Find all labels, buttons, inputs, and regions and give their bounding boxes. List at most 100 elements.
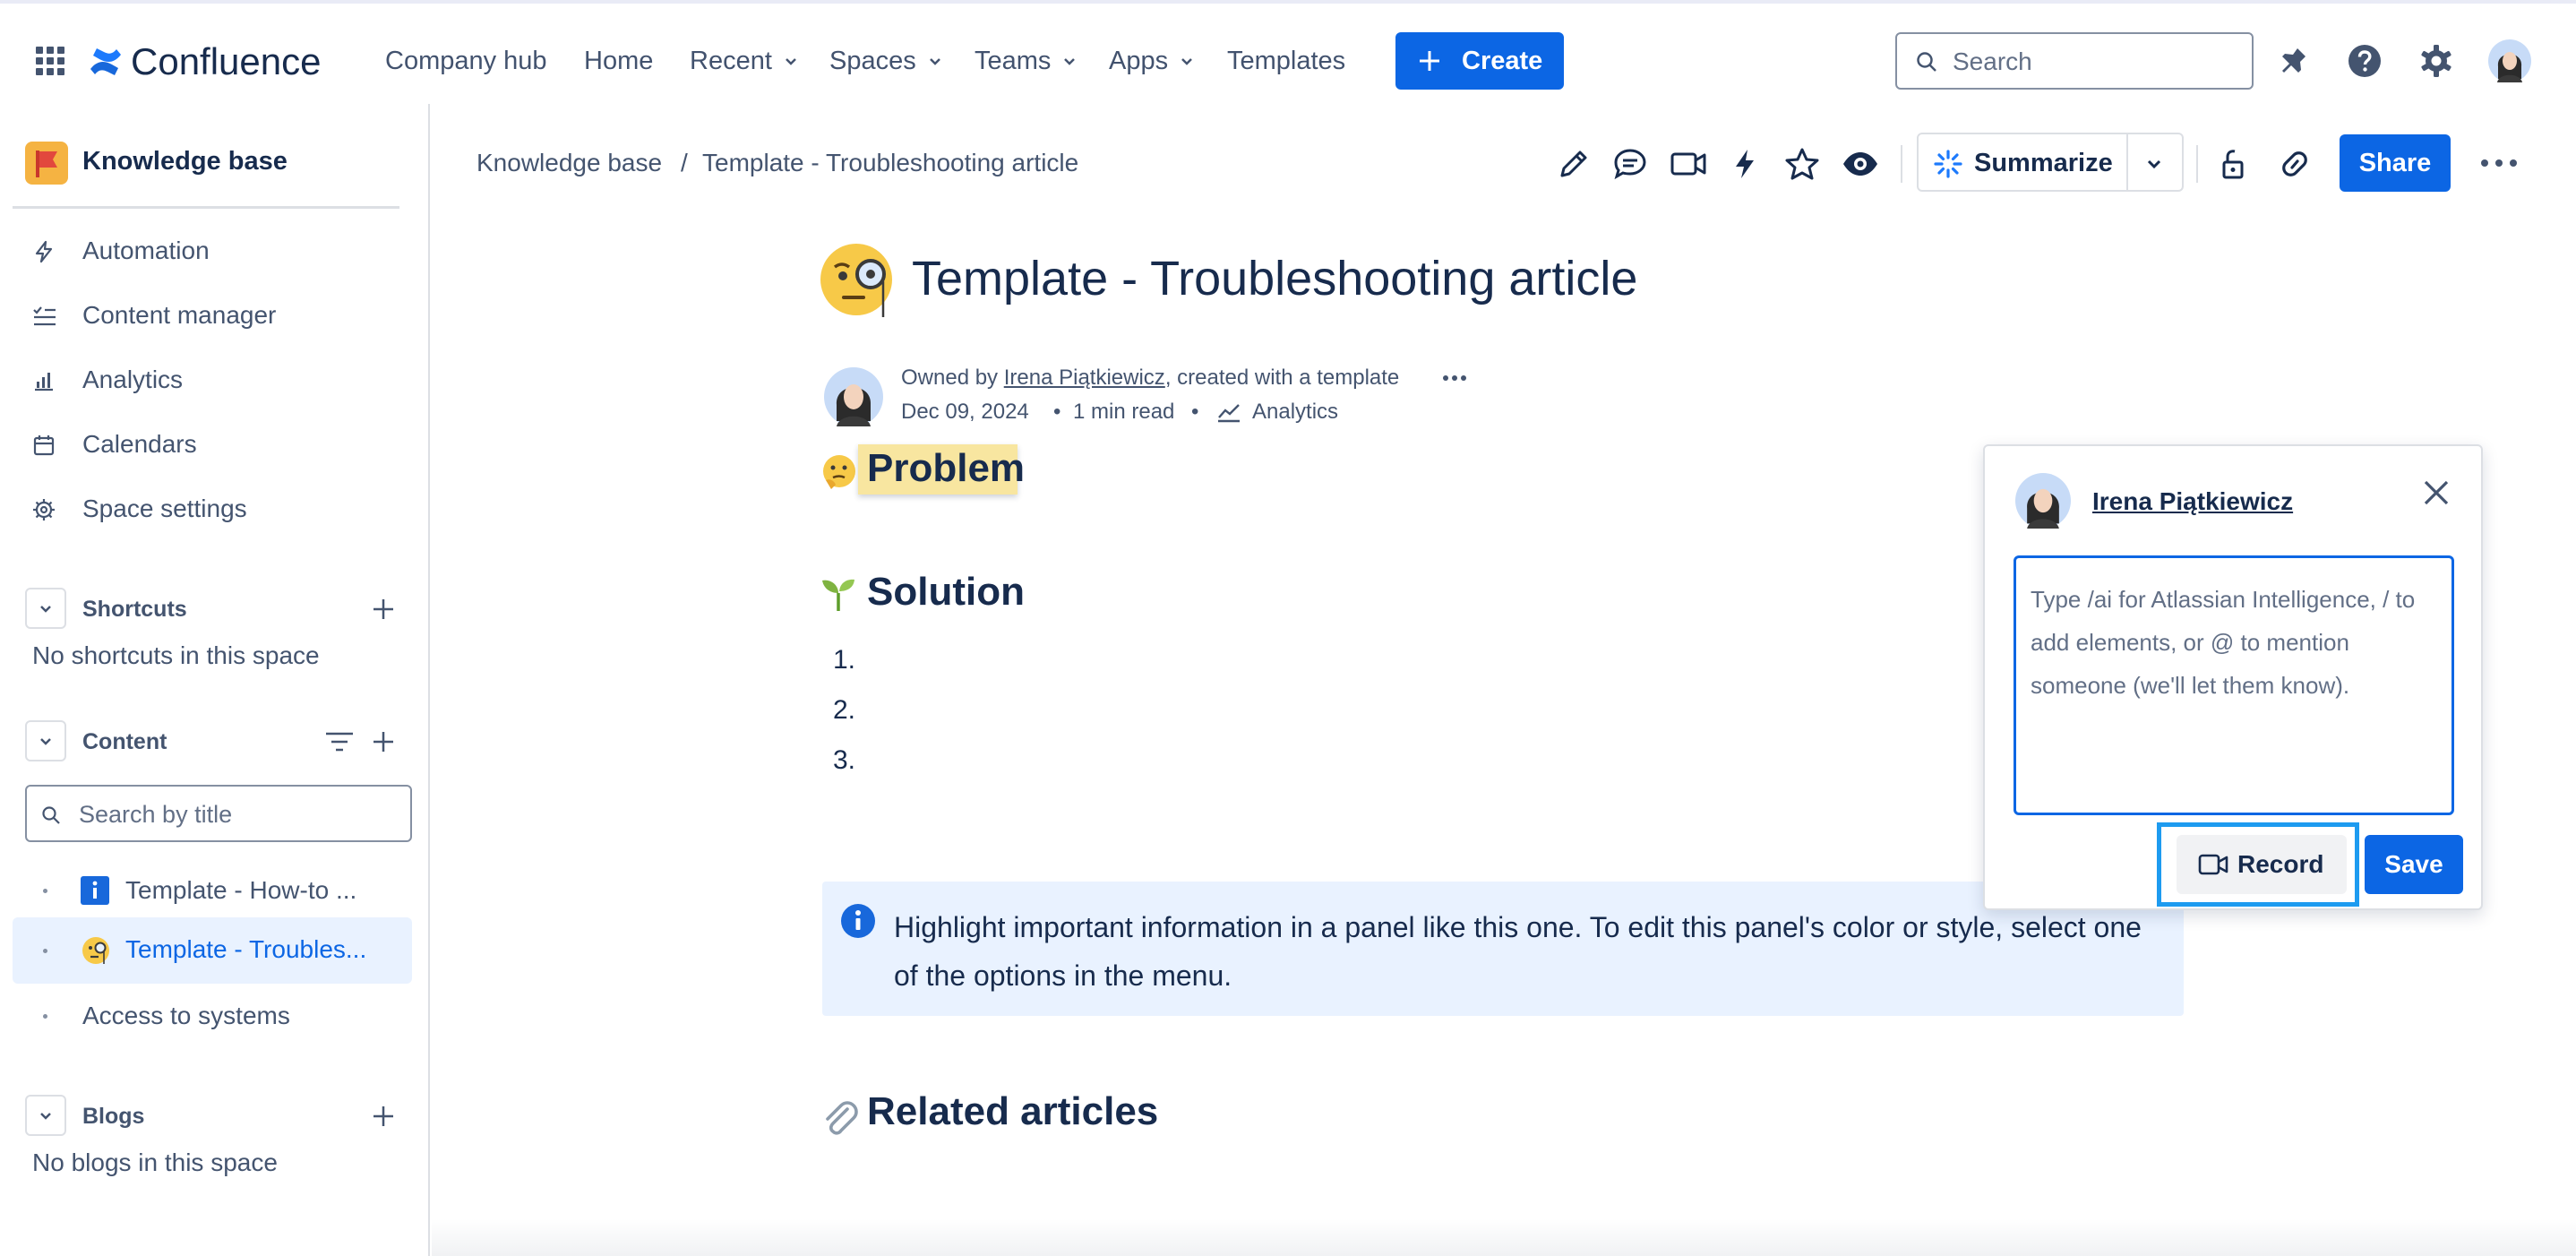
search-icon	[1917, 52, 1936, 72]
nav-company-hub[interactable]: Company hub	[385, 45, 547, 77]
add-blog-icon[interactable]	[371, 1104, 396, 1129]
search-input[interactable]: Search	[1895, 32, 2254, 90]
notifications-icon[interactable]	[2275, 43, 2311, 79]
content-toggle[interactable]	[25, 720, 66, 761]
create-button-label: Create	[1462, 47, 1543, 75]
summarize-button[interactable]: Summarize	[1917, 133, 2128, 192]
search-placeholder: Search	[1953, 47, 2032, 75]
automation-lightning-icon[interactable]	[1730, 147, 1759, 181]
trend-chart-icon	[1218, 404, 1240, 423]
chevron-down-icon	[786, 58, 796, 66]
owned-by-suffix: , created with a template	[1164, 366, 1400, 390]
edit-pencil-icon[interactable]	[1557, 147, 1591, 181]
owner-avatar[interactable]	[824, 367, 883, 426]
nav-spaces-label: Spaces	[829, 47, 916, 75]
sidebar-item-space-settings[interactable]: Space settings	[32, 495, 391, 525]
more-actions-icon[interactable]	[2479, 156, 2519, 170]
nav-spaces[interactable]: Spaces	[829, 45, 943, 77]
checklist-icon	[33, 306, 56, 326]
page-tree-item-troubleshooting[interactable]: Template - Troubles...	[13, 917, 412, 984]
sidebar-item-label: Automation	[82, 237, 210, 264]
shortcuts-empty: No shortcuts in this space	[32, 641, 320, 669]
confluence-logo[interactable]: Confluence	[88, 39, 339, 84]
share-label: Share	[2358, 149, 2432, 177]
list-item-number: 3.	[833, 745, 856, 775]
share-button[interactable]: Share	[2340, 134, 2451, 192]
info-icon	[841, 904, 875, 938]
comment-editor-input[interactable]: Type /ai for Atlassian Intelligence, / t…	[2014, 555, 2454, 815]
sidebar-item-calendars[interactable]: Calendars	[32, 430, 391, 460]
bar-chart-icon	[35, 373, 53, 391]
app-name: Confluence	[131, 40, 322, 82]
top-navigation: Confluence Company hub Home Recent Space…	[0, 0, 2576, 104]
shortcuts-section: Shortcuts	[25, 588, 401, 629]
bullet	[43, 949, 47, 953]
app-switcher-icon[interactable]	[34, 45, 66, 77]
sidebar-item-content-manager[interactable]: Content manager	[32, 301, 391, 331]
chevron-down-icon	[40, 1113, 51, 1120]
nav-apps[interactable]: Apps	[1109, 45, 1195, 77]
save-button[interactable]: Save	[2365, 835, 2463, 894]
summarize-dropdown[interactable]	[2126, 133, 2184, 192]
blogs-title: Blogs	[82, 1104, 145, 1129]
nav-teams[interactable]: Teams	[975, 45, 1078, 77]
nav-recent[interactable]: Recent	[690, 45, 799, 77]
sidebar-item-analytics[interactable]: Analytics	[32, 366, 391, 396]
thinking-face-icon	[823, 455, 855, 489]
plus-icon	[1420, 51, 1439, 71]
star-icon[interactable]	[1784, 147, 1820, 181]
profile-avatar[interactable]	[2488, 39, 2531, 82]
record-button[interactable]: Record	[2177, 835, 2347, 894]
breadcrumb-page[interactable]: Template - Troubleshooting article	[702, 149, 1078, 177]
create-button[interactable]: Create	[1395, 32, 1564, 90]
content-section: Content	[25, 720, 401, 761]
more-meta-icon[interactable]	[1442, 373, 1467, 383]
breadcrumb-space[interactable]: Knowledge base	[477, 149, 662, 177]
page-tree-label: Access to systems	[82, 1002, 290, 1029]
toolbar-separator	[1901, 145, 1902, 183]
filter-icon[interactable]	[324, 729, 355, 754]
breadcrumb-separator: /	[681, 149, 688, 176]
blogs-toggle[interactable]	[25, 1095, 66, 1136]
info-panel[interactable]: Highlight important information in a pan…	[822, 882, 2184, 1016]
nav-home[interactable]: Home	[584, 45, 653, 77]
video-icon[interactable]	[1670, 147, 1707, 181]
add-content-icon[interactable]	[371, 729, 396, 754]
search-by-title-placeholder: Search by title	[79, 801, 233, 828]
bullet	[43, 889, 47, 893]
watch-eye-icon[interactable]	[1842, 147, 1879, 181]
related-articles-heading: Related articles	[867, 1089, 1159, 1133]
unlock-icon[interactable]	[2216, 147, 2250, 181]
comment-icon[interactable]	[1612, 147, 1648, 181]
gear-icon	[33, 499, 55, 520]
bottom-shadow	[432, 1218, 2576, 1256]
add-shortcut-icon[interactable]	[371, 597, 396, 622]
settings-icon[interactable]	[2418, 43, 2454, 79]
search-by-title-input[interactable]: Search by title	[25, 785, 412, 842]
page-tree-label: Template - Troubles...	[125, 935, 367, 963]
link-icon[interactable]	[2277, 147, 2313, 181]
comment-placeholder: Type /ai for Atlassian Intelligence, / t…	[2031, 586, 2416, 699]
space-sidebar: Knowledge base Automation Content manage…	[0, 104, 430, 1256]
read-time: 1 min read	[1073, 400, 1175, 424]
search-icon	[42, 806, 60, 824]
shortcuts-toggle[interactable]	[25, 588, 66, 629]
owner-link[interactable]: Irena Piątkiewicz	[1004, 366, 1165, 390]
space-header[interactable]: Knowledge base	[25, 140, 401, 185]
owner-line: Owned by Irena Piątkiewicz, created with…	[901, 366, 1399, 391]
seedling-icon	[822, 579, 854, 611]
ai-sparkle-icon	[1934, 150, 1962, 178]
help-icon[interactable]	[2347, 43, 2383, 79]
sidebar-item-label: Content manager	[82, 301, 277, 329]
page-tree-item-access[interactable]: Access to systems	[13, 984, 412, 1043]
sidebar-item-label: Analytics	[82, 366, 184, 393]
close-icon[interactable]	[2418, 475, 2454, 511]
nav-templates[interactable]: Templates	[1227, 45, 1345, 77]
page-tree-item-how-to[interactable]: Template - How-to ...	[13, 860, 412, 919]
comment-author-name[interactable]: Irena Piątkiewicz	[2092, 487, 2293, 516]
calendar-icon	[33, 435, 55, 456]
solution-heading: Solution	[867, 570, 1025, 614]
sidebar-item-automation[interactable]: Automation	[32, 237, 391, 267]
shortcuts-title: Shortcuts	[82, 597, 187, 622]
chevron-down-icon	[929, 58, 940, 66]
